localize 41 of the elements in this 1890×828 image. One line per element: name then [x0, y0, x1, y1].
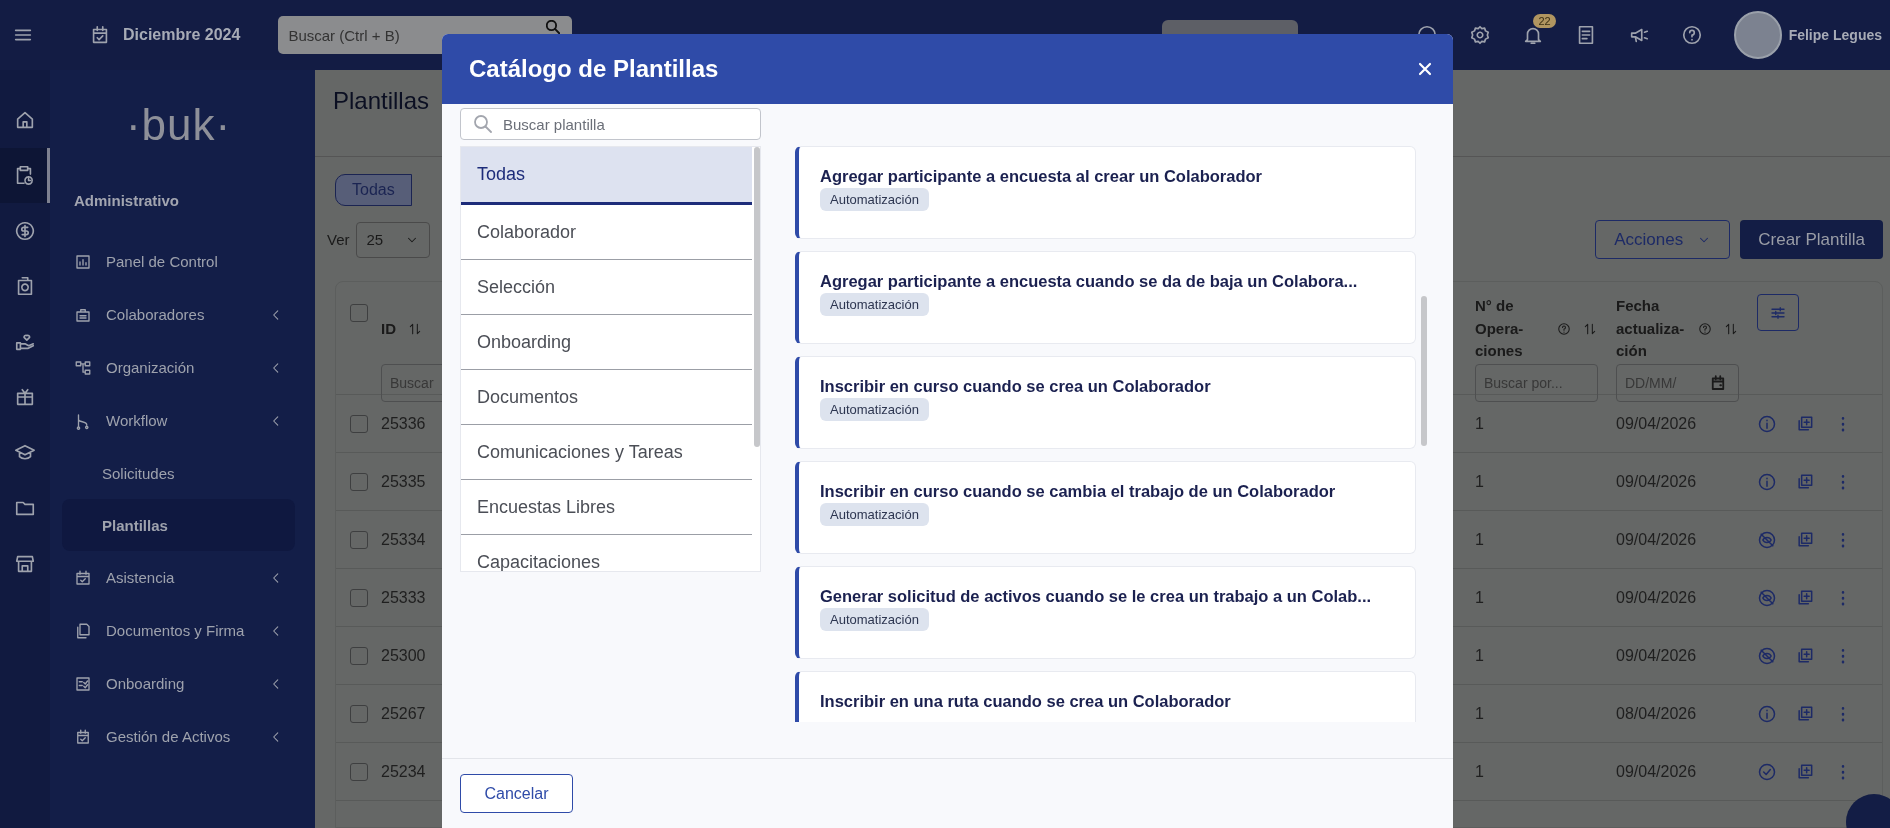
table-cell: 1 [1475, 414, 1484, 432]
template-tag: Automatización [820, 293, 929, 316]
template-title: Inscribir en una ruta cuando se crea un Colaborador [820, 692, 1231, 711]
table-cell: 09/04/2026 [1616, 646, 1697, 664]
table-cell: 1 [1475, 588, 1484, 606]
table-cell: 09/04/2026 [1616, 588, 1697, 606]
template-tag: Automatización [820, 188, 929, 211]
table-cell: 25334 [381, 530, 426, 548]
page-title: Plantillas [333, 86, 430, 115]
table-cell: 09/04/2026 [1616, 414, 1697, 432]
table-cell: 09/04/2026 [1616, 762, 1697, 780]
dialog-title: Catálogo de Plantillas [469, 55, 719, 83]
column-header: N° de Opera-ciones [1475, 296, 1525, 362]
per-page-label: Ver [327, 231, 350, 248]
template-title: Agregar participante a encuesta al crear un Colaborador [820, 167, 1262, 186]
template-title: Inscribir en curso cuando se cambia el trabajo de un Colaborador [820, 482, 1336, 501]
table-cell: 1 [1475, 530, 1484, 548]
logo: ·buk· [125, 100, 232, 150]
table-cell: 1 [1475, 762, 1484, 780]
template-tag: Automatización [820, 608, 929, 631]
table-cell: 08/04/2026 [1616, 704, 1697, 722]
template-title: Generar solicitud de activos cuando se le crea un trabajo a un Colab... [820, 587, 1372, 606]
table-cell: 25335 [381, 472, 426, 490]
table-cell: 09/04/2026 [1616, 530, 1697, 548]
table-cell: 25336 [381, 414, 426, 432]
column-header: ID [381, 318, 396, 339]
table-cell: 25333 [381, 588, 426, 606]
table-cell: 25300 [381, 646, 426, 664]
template-tag: Automatización [820, 398, 929, 421]
column-header: Fecha actualiza-ción [1616, 296, 1686, 362]
table-cell: 25234 [381, 762, 426, 780]
template-tag: Automatización [820, 503, 929, 526]
table-cell: 1 [1475, 646, 1484, 664]
table-cell: 09/04/2026 [1616, 472, 1697, 490]
notification-count: 22 [1533, 14, 1556, 28]
table-cell: 1 [1475, 704, 1484, 722]
section-title: Administrativo [74, 192, 180, 209]
template-title: Inscribir en curso cuando se crea un Colaborador [820, 377, 1211, 396]
template-title: Agregar participante a encuesta cuando se da de baja un Colabora... [820, 272, 1358, 291]
table-cell: 25267 [381, 704, 426, 722]
table-cell: 1 [1475, 472, 1484, 490]
